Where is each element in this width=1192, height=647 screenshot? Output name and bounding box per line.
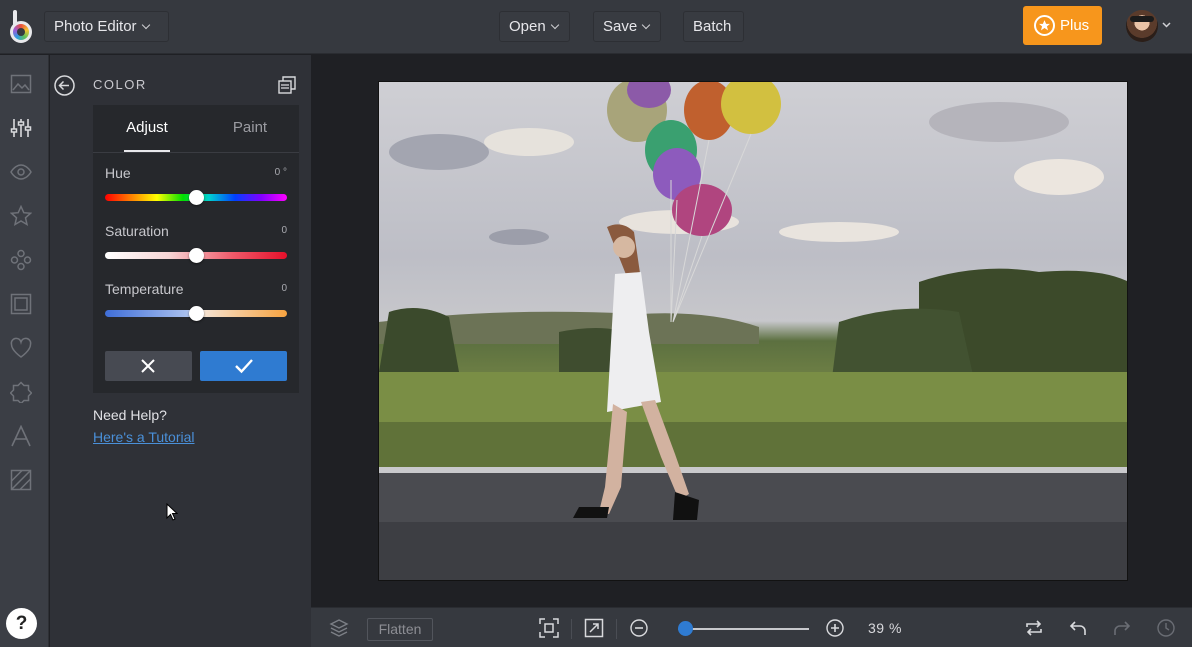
- star-icon[interactable]: [9, 204, 33, 227]
- texture-icon[interactable]: [10, 469, 32, 491]
- back-arrow-icon[interactable]: [54, 75, 75, 96]
- zoom-out-icon[interactable]: [629, 618, 649, 638]
- zoom-in-icon[interactable]: [825, 618, 845, 638]
- fit-screen-icon[interactable]: [539, 618, 559, 638]
- temperature-label: Temperature: [105, 281, 184, 297]
- saturation-value: 0: [281, 225, 287, 236]
- chevron-down-icon: [141, 20, 150, 30]
- history-icon[interactable]: [1156, 618, 1176, 638]
- tab-divider: [93, 152, 299, 153]
- hue-slider-thumb[interactable]: [188, 190, 204, 205]
- photo-editor-menu-button[interactable]: Photo Editor: [44, 11, 169, 42]
- layers-icon[interactable]: [329, 618, 349, 638]
- temperature-slider[interactable]: [105, 306, 287, 321]
- cancel-button[interactable]: [105, 351, 192, 381]
- tab-adjust[interactable]: Adjust: [93, 105, 201, 152]
- befunky-logo[interactable]: [6, 8, 36, 44]
- plus-upgrade-button[interactable]: Plus: [1023, 6, 1102, 45]
- adjust-card: Adjust Paint Hue 0 ° Saturation 0 Temper…: [93, 105, 299, 393]
- plus-label: Plus: [1060, 17, 1090, 34]
- compare-swap-icon[interactable]: [1024, 618, 1044, 638]
- temperature-slider-thumb[interactable]: [188, 306, 204, 321]
- tutorial-link[interactable]: Here's a Tutorial: [93, 429, 195, 445]
- open-label: Open: [509, 18, 546, 35]
- chevron-down-icon: [550, 20, 559, 30]
- photo-editor-menu-label: Photo Editor: [54, 18, 137, 35]
- tab-paint[interactable]: Paint: [201, 105, 299, 152]
- hue-label: Hue: [105, 165, 131, 181]
- saturation-slider[interactable]: [105, 248, 287, 263]
- image-icon[interactable]: [10, 73, 32, 95]
- undo-icon[interactable]: [1068, 618, 1088, 638]
- heart-icon[interactable]: [10, 337, 32, 359]
- flatten-button[interactable]: Flatten: [367, 618, 433, 641]
- actual-size-icon[interactable]: [584, 618, 604, 638]
- mouse-cursor-icon: [166, 503, 178, 521]
- eye-icon[interactable]: [10, 161, 32, 183]
- apply-button[interactable]: [200, 351, 287, 381]
- save-label: Save: [603, 18, 638, 35]
- need-help-text: Need Help?: [93, 407, 167, 423]
- toolbar-divider: [616, 619, 617, 639]
- open-button[interactable]: Open: [499, 11, 570, 42]
- saturation-slider-thumb[interactable]: [188, 248, 204, 263]
- zoom-value: 39 %: [868, 620, 902, 636]
- top-bar: Photo Editor Open Save Batch Plus: [0, 0, 1192, 54]
- popout-icon[interactable]: [278, 76, 296, 94]
- batch-label: Batch: [693, 18, 732, 35]
- help-button[interactable]: ?: [6, 608, 37, 639]
- user-avatar[interactable]: [1126, 10, 1158, 42]
- batch-button[interactable]: Batch: [683, 11, 744, 42]
- sticker-icon[interactable]: [9, 381, 33, 405]
- photo-image[interactable]: [378, 81, 1128, 581]
- save-button[interactable]: Save: [593, 11, 661, 42]
- zoom-slider[interactable]: [678, 628, 809, 630]
- panel-gutter: [50, 55, 82, 647]
- checkmark-icon: [235, 359, 253, 374]
- toolbar-divider: [571, 619, 572, 639]
- temperature-value: 0: [281, 283, 287, 294]
- hue-slider[interactable]: [105, 190, 287, 205]
- close-icon: [141, 359, 155, 373]
- zoom-slider-thumb[interactable]: [678, 621, 694, 636]
- effects-icon[interactable]: [10, 249, 32, 271]
- tool-rail: ?: [0, 55, 49, 647]
- frame-icon[interactable]: [10, 293, 32, 315]
- saturation-label: Saturation: [105, 223, 169, 239]
- bottom-bar: Flatten 39 %: [311, 607, 1192, 647]
- panel-title: COLOR: [93, 77, 147, 92]
- redo-icon[interactable]: [1112, 618, 1132, 638]
- hue-value: 0 °: [274, 167, 287, 178]
- star-icon: [1034, 15, 1055, 36]
- chevron-down-icon[interactable]: [1162, 22, 1171, 28]
- text-icon[interactable]: [10, 424, 32, 447]
- chevron-down-icon: [641, 20, 651, 30]
- sliders-icon[interactable]: [10, 117, 32, 139]
